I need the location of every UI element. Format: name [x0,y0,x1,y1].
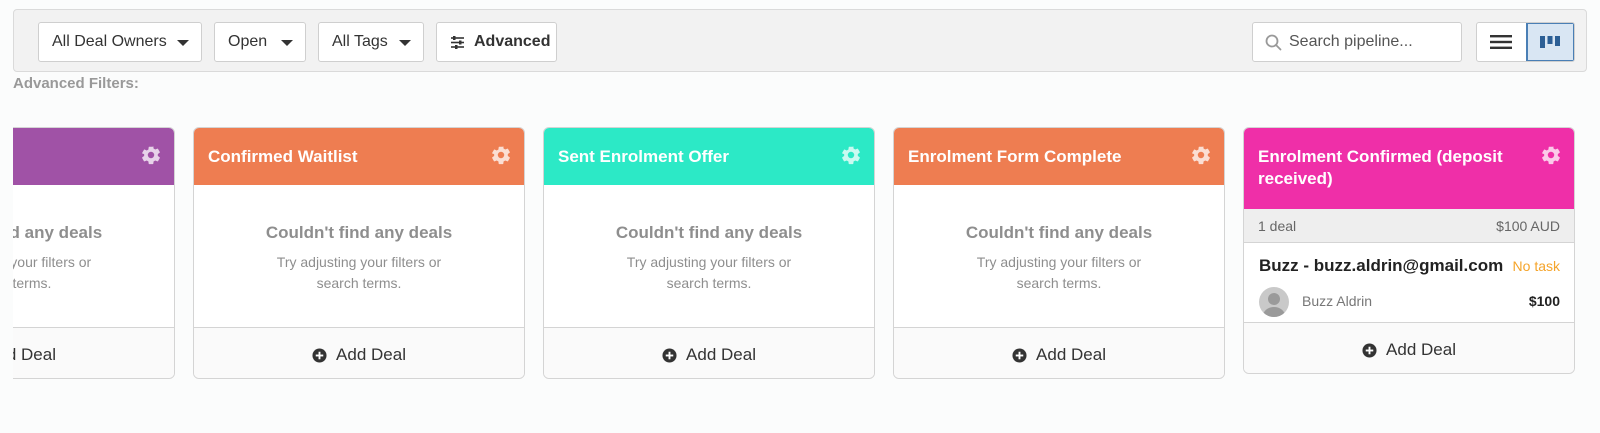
caret-down-icon [281,40,293,46]
add-deal-button[interactable]: Add Deal [194,328,524,378]
add-deal-button[interactable]: Add Deal [894,328,1224,378]
add-deal-button[interactable]: Add Deal [1244,323,1574,373]
add-deal-button[interactable]: Add Deal [544,328,874,378]
add-deal-label: Add Deal [686,345,756,364]
empty-state-hint: Try adjusting your filters or search ter… [276,254,442,291]
stage-column: Enrolment Form Complete Couldn't find an… [893,127,1225,379]
stage-column: Sent Enrolment Offer Couldn't find any d… [543,127,875,379]
empty-state-hint: Try adjusting your filters or search ter… [976,254,1142,291]
empty-state-title: Couldn't find any deals [13,223,103,242]
tags-label: All Tags [332,33,388,50]
add-deal-label: Add Deal [1036,345,1106,364]
deal-title[interactable]: Buzz - buzz.aldrin@gmail.com [1259,256,1503,276]
add-deal-label: Add Deal [336,345,406,364]
advanced-button[interactable]: Advanced [436,22,557,62]
empty-state: Couldn't find any deals Try adjusting yo… [13,185,174,328]
plus-circle-icon [662,347,677,363]
empty-state: Couldn't find any deals Try adjusting yo… [544,185,874,328]
stage-header: Sent Enrolment Offer [544,128,874,185]
avatar [1259,287,1289,317]
empty-state-hint: Try adjusting your filters or search ter… [626,254,792,291]
empty-state-title: Couldn't find any deals [615,223,803,242]
empty-state-title: Couldn't find any deals [965,223,1153,242]
status-label: Open [228,33,268,50]
gear-icon[interactable] [140,144,162,172]
gear-icon[interactable] [1540,144,1562,172]
stage-column: Couldn't find any deals Try adjusting yo… [13,127,175,379]
stage-column: Enrolment Confirmed (deposit received) 1… [1243,127,1575,374]
board-icon [1540,36,1561,48]
advanced-label: Advanced [474,33,551,50]
search-icon [1265,34,1282,56]
stage-total: $100 AUD [1496,217,1560,234]
stage-header [13,128,174,185]
deal-owners-dropdown[interactable]: All Deal Owners [38,22,202,62]
stage-title: Enrolment Form Complete [908,147,1122,166]
list-view-button[interactable] [1477,23,1526,61]
add-deal-label: Add Deal [1386,340,1456,359]
add-deal-label: Add Deal [13,345,56,364]
sliders-icon [450,35,465,49]
deal-card[interactable]: Buzz - buzz.aldrin@gmail.com No task Buz… [1244,243,1574,323]
board-view-button[interactable] [1525,23,1574,61]
deal-task-status: No task [1512,258,1560,274]
pipeline-search [1252,22,1462,62]
search-input[interactable] [1289,23,1455,61]
status-dropdown[interactable]: Open [214,22,306,62]
caret-down-icon [399,40,411,46]
empty-state: Couldn't find any deals Try adjusting yo… [194,185,524,328]
deal-value: $100 [1528,293,1560,309]
gear-icon[interactable] [1190,144,1212,172]
stage-header: Confirmed Waitlist [194,128,524,185]
plus-circle-icon [1012,347,1027,363]
tags-dropdown[interactable]: All Tags [318,22,424,62]
add-deal-button[interactable]: Add Deal [13,328,174,378]
stage-title: Enrolment Confirmed (deposit received) [1258,147,1503,188]
plus-circle-icon [1362,342,1377,358]
plus-circle-icon [312,347,327,363]
deal-owner: Buzz Aldrin [1302,293,1373,309]
empty-state-title: Couldn't find any deals [265,223,453,242]
list-icon [1490,35,1513,49]
stage-summary: 1 deal $100 AUD [1244,209,1574,243]
pipeline-toolbar: All Deal Owners Open All Tags Advanced [13,9,1587,72]
deal-count: 1 deal [1258,217,1297,234]
stage-title: Confirmed Waitlist [208,147,358,166]
view-toggle [1476,22,1575,62]
advanced-filters-label: Advanced Filters: [13,75,139,92]
caret-down-icon [177,40,189,46]
pipeline-board: Couldn't find any deals Try adjusting yo… [13,127,1587,387]
empty-state: Couldn't find any deals Try adjusting yo… [894,185,1224,328]
stage-header: Enrolment Confirmed (deposit received) [1244,128,1574,209]
stage-column: Confirmed Waitlist Couldn't find any dea… [193,127,525,379]
gear-icon[interactable] [840,144,862,172]
stage-title: Sent Enrolment Offer [558,147,729,166]
empty-state-hint: Try adjusting your filters or search ter… [13,254,92,291]
deal-owners-label: All Deal Owners [52,33,167,50]
gear-icon[interactable] [490,144,512,172]
stage-header: Enrolment Form Complete [894,128,1224,185]
